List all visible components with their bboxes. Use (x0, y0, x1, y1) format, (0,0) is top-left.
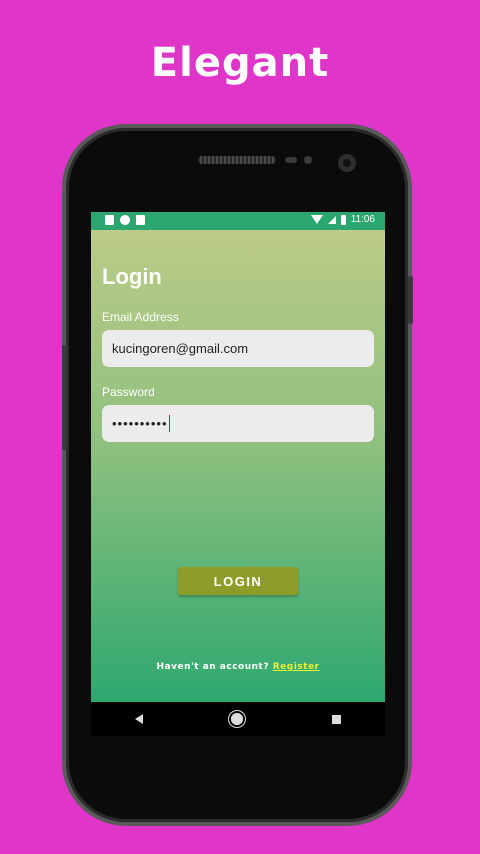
front-camera-icon (338, 154, 356, 172)
headline-title: Elegant (150, 40, 330, 86)
login-button[interactable]: LOGIN (178, 567, 298, 595)
signal-icon (327, 215, 336, 224)
password-value: •••••••••• (112, 416, 168, 431)
register-prompt-line: Haven't an account? Register (91, 662, 385, 672)
home-icon[interactable] (231, 713, 244, 725)
register-link[interactable]: Register (273, 662, 320, 672)
register-prompt: Haven't an account? (156, 662, 270, 672)
status-time: 11:06 (350, 214, 375, 225)
email-field[interactable]: kucingoren@gmail.com (102, 330, 374, 367)
notification-a-icon (105, 215, 114, 225)
proximity-sensor (285, 157, 297, 163)
notification-dot-icon (120, 215, 130, 225)
login-screen: Login Email Address kucingoren@gmail.com… (91, 230, 385, 702)
email-value: kucingoren@gmail.com (112, 341, 249, 356)
email-label: Email Address (102, 310, 179, 324)
wifi-icon (310, 215, 323, 224)
phone-screen: 11:06 Login Email Address kucingoren@gma… (91, 212, 385, 736)
page-title: Login (102, 264, 162, 289)
status-bar: 11:06 (91, 212, 385, 230)
status-bar-notifications (105, 215, 145, 225)
battery-icon (340, 214, 346, 225)
sd-card-icon (136, 215, 145, 225)
password-field[interactable]: •••••••••• (102, 405, 374, 442)
text-cursor (168, 415, 171, 432)
power-button (408, 276, 413, 324)
volume-button (62, 345, 67, 450)
speaker-grille (198, 156, 276, 164)
password-label: Password (102, 385, 155, 399)
back-icon[interactable] (135, 714, 144, 724)
recents-icon[interactable] (331, 714, 341, 724)
status-bar-system: 11:06 (310, 214, 375, 225)
light-sensor (304, 156, 312, 164)
navigation-bar (91, 702, 385, 736)
